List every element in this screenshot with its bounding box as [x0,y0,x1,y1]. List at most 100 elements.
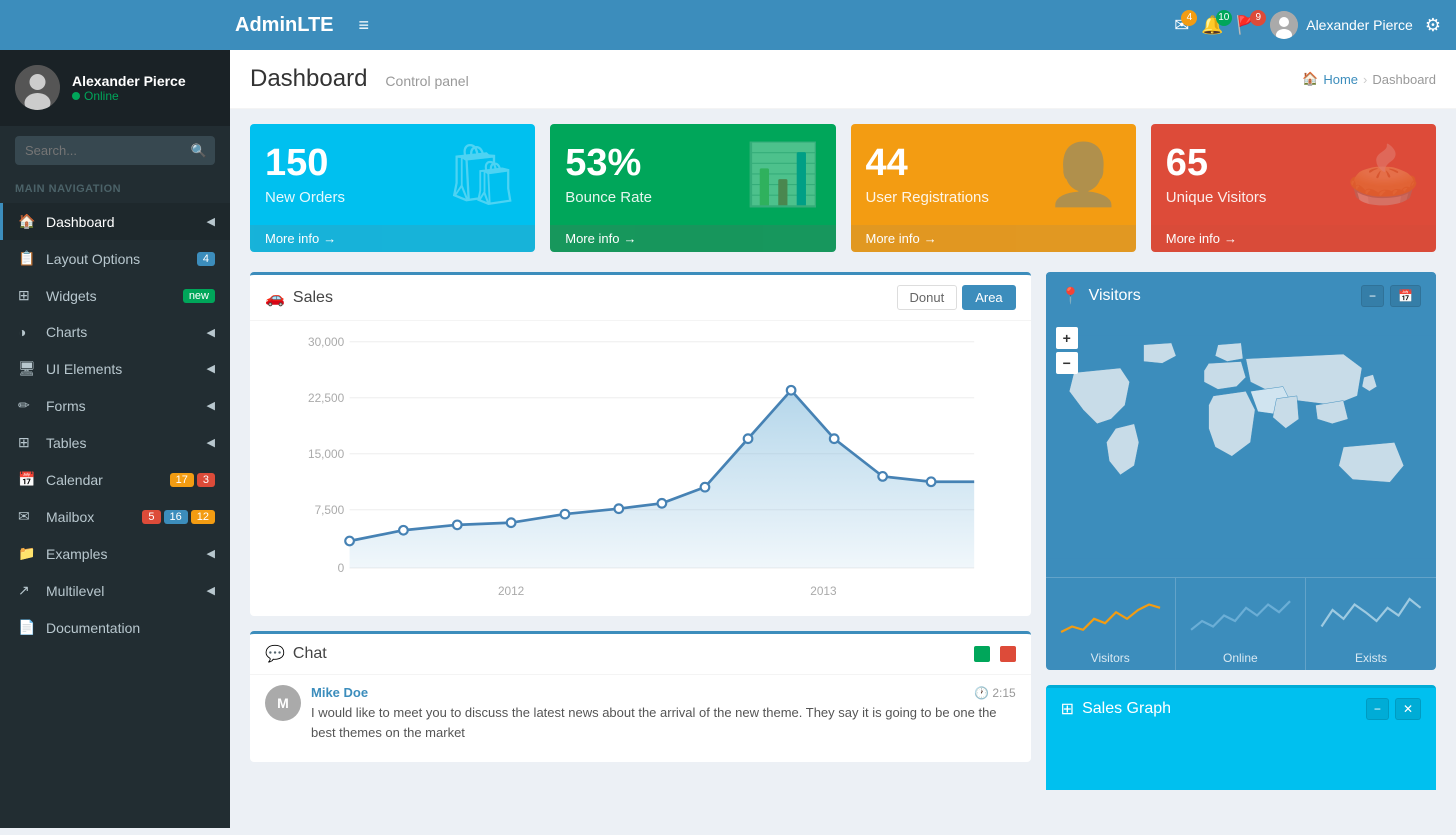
bounce-footer[interactable]: More info → [550,225,835,252]
vis-footer[interactable]: More info → [1151,225,1436,252]
multilevel-arrow: ◀ [207,584,215,597]
search-input[interactable] [15,136,215,165]
sidebar-label-ui: UI Elements [46,361,203,377]
breadcrumb-current: Dashboard [1372,72,1436,87]
mini-chart-visitors: Visitors [1046,578,1176,670]
grid-icon: ⊞ [1061,699,1074,719]
stat-box-vis-body: 65 Unique Visitors 🥧 [1151,124,1436,225]
map-controls: + − [1056,327,1078,374]
notifications-icon[interactable]: 🔔 10 [1201,15,1223,36]
reg-number: 44 [866,143,989,185]
sidebar-search-wrap: 🔍 [0,126,230,175]
page-subtitle: Control panel [385,73,468,89]
sidebar-label-layout: Layout Options [46,251,197,267]
mailbox-icon: ✉ [18,508,38,525]
sidebar-label-dashboard: Dashboard [46,214,203,230]
mailbox-badge3: 12 [191,510,215,524]
sidebar-item-layout[interactable]: 📋 Layout Options 4 [0,240,230,277]
stat-boxes: 150 New Orders 🛍 More info → 53% Bounce … [250,124,1436,252]
vis-icon: 🥧 [1346,139,1421,210]
chat-box-header: 💬 Chat [250,634,1031,675]
widgets-badge: new [183,289,215,303]
sidebar-item-forms[interactable]: ✏ Forms ◀ [0,387,230,424]
sidebar-item-tables[interactable]: ⊞ Tables ◀ [0,424,230,461]
sidebar-item-dashboard[interactable]: 🏠 Dashboard ◀ [0,203,230,240]
sidebar-label-calendar: Calendar [46,472,170,488]
breadcrumb: 🏠 Home › Dashboard [1302,71,1436,87]
svg-text:2013: 2013 [810,584,837,598]
sidebar-item-mailbox[interactable]: ✉ Mailbox 5 16 12 [0,498,230,535]
sidebar-toggle[interactable]: ≡ [359,15,370,36]
sales-graph-close[interactable]: ✕ [1395,698,1421,720]
sidebar-item-charts[interactable]: ◑ Charts ◀ [0,314,230,350]
sales-chart-svg: 30,000 22,500 15,000 7,500 0 [265,331,1016,611]
sidebar-item-calendar[interactable]: 📅 Calendar 17 3 [0,461,230,498]
search-icon[interactable]: 🔍 [191,143,207,159]
stat-box-orders-body: 150 New Orders 🛍 [250,124,535,225]
chat-time: 🕐 2:15 [974,686,1015,700]
tab-area[interactable]: Area [962,285,1015,310]
tab-donut[interactable]: Donut [897,285,958,310]
visitors-sparkline [1051,588,1170,643]
chat-btn-green[interactable] [974,646,990,662]
sidebar-item-ui[interactable]: 🖥 UI Elements ◀ [0,350,230,387]
sidebar-label-charts: Charts [46,324,203,340]
chat-box: 💬 Chat M Mike Doe [250,631,1031,762]
chat-btn-red[interactable] [1000,646,1016,662]
visitors-mini-label: Visitors [1051,651,1170,665]
visitors-minus-btn[interactable]: − [1361,285,1384,307]
chat-tools [974,646,1016,662]
sidebar-item-multilevel[interactable]: ↗ Multilevel ◀ [0,572,230,609]
tables-arrow: ◀ [207,436,215,449]
sidebar-username: Alexander Pierce [72,73,215,89]
content-header: Dashboard Control panel 🏠 Home › Dashboa… [230,50,1456,109]
chat-text: I would like to meet you to discuss the … [311,703,1016,742]
visitors-col: 📍 Visitors − 📅 + − [1046,272,1436,805]
flags-icon[interactable]: 🚩 9 [1236,15,1258,36]
page-title: Dashboard [250,65,367,93]
sales-graph-minus[interactable]: − [1366,698,1389,720]
sales-chart: 30,000 22,500 15,000 7,500 0 [265,331,1016,611]
mailbox-badges: 5 16 12 [142,510,215,524]
header-right: ✉ 4 🔔 10 🚩 9 Alexander Pierce ⚙ [1174,11,1441,39]
mail-icon[interactable]: ✉ 4 [1174,15,1189,36]
settings-icon[interactable]: ⚙ [1425,15,1441,36]
user-menu[interactable]: Alexander Pierce [1270,11,1413,39]
sidebar-label-docs: Documentation [46,620,215,636]
calendar-icon: 📅 [18,471,38,488]
svg-text:30,000: 30,000 [308,335,345,349]
breadcrumb-home-link[interactable]: Home [1323,72,1358,87]
sales-graph-box: ⊞ Sales Graph − ✕ [1046,685,1436,790]
reg-desc: User Registrations [866,189,989,206]
flag-badge: 9 [1250,10,1266,26]
vis-desc: Unique Visitors [1166,189,1267,206]
calendar-badge2: 3 [197,473,215,487]
svg-text:7,500: 7,500 [315,503,345,517]
reg-footer[interactable]: More info → [851,225,1136,252]
orders-number: 150 [265,143,345,185]
stat-box-bounce-body: 53% Bounce Rate 📊 [550,124,835,225]
charts-arrow: ◀ [207,326,215,339]
orders-footer[interactable]: More info → [250,225,535,252]
sales-graph-tools: − ✕ [1366,698,1421,720]
visitors-tools: − 📅 [1361,285,1421,307]
sidebar-label-mailbox: Mailbox [46,509,142,525]
status-dot [72,92,80,100]
notif-badge: 10 [1216,10,1232,26]
sidebar-item-widgets[interactable]: ⊞ Widgets new [0,277,230,314]
examples-arrow: ◀ [207,547,215,560]
map-zoom-in[interactable]: + [1056,327,1078,349]
nav-label: MAIN NAVIGATION [0,175,230,203]
visitors-calendar-btn[interactable]: 📅 [1390,285,1421,307]
dashboard-arrow: ◀ [207,215,215,228]
map-zoom-out[interactable]: − [1056,352,1078,374]
sidebar-item-examples[interactable]: 📁 Examples ◀ [0,535,230,572]
main-row: 🚗 Sales Donut Area [250,272,1436,805]
chat-message: M Mike Doe 🕐 2:15 I would like to meet [265,685,1016,742]
chat-content: Mike Doe 🕐 2:15 I would like to meet you… [311,685,1016,742]
header: AdminLTE ≡ ✉ 4 🔔 10 🚩 9 Alexander Pierce… [0,0,1456,50]
sidebar-item-docs[interactable]: 📄 Documentation [0,609,230,646]
stat-box-bounce: 53% Bounce Rate 📊 More info → [550,124,835,252]
world-map-svg [1046,317,1436,577]
map-area: + − [1046,317,1436,577]
